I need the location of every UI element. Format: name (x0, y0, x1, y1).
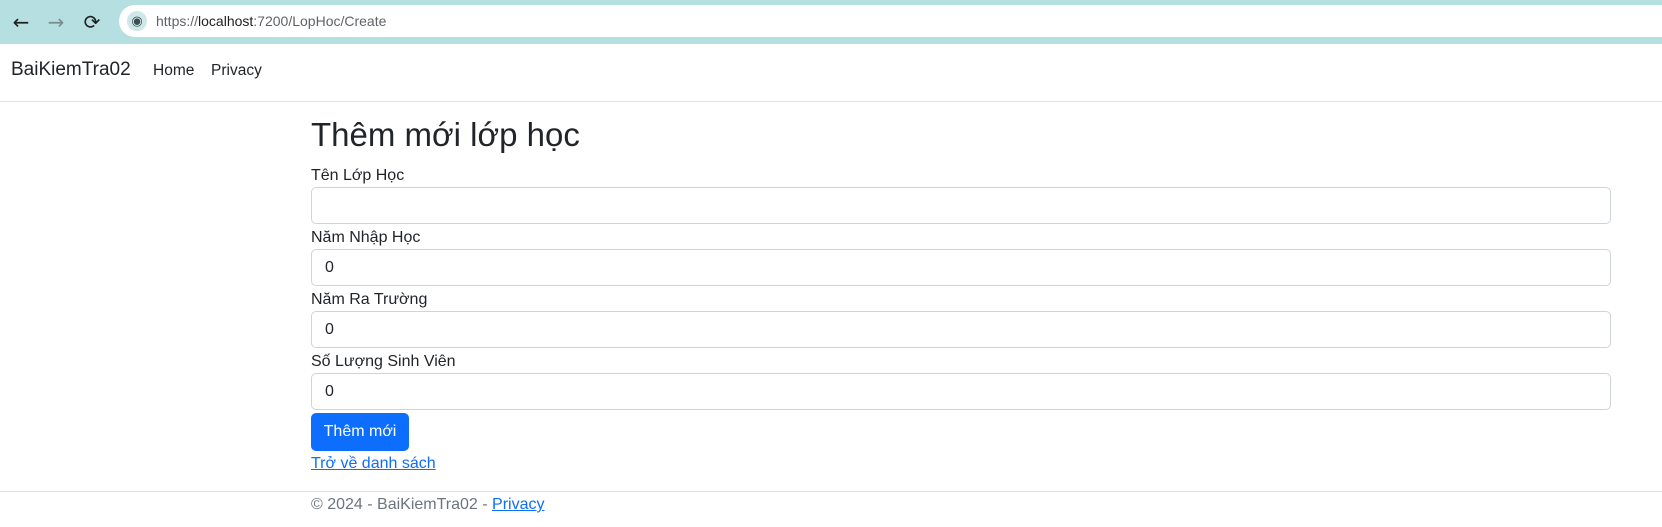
forward-arrow-icon[interactable]: → (43, 9, 69, 35)
so-luong-sinh-vien-label: Số Lượng Sinh Viên (311, 353, 456, 370)
page-title: Thêm mới lớp học (311, 116, 580, 153)
nav-link-privacy[interactable]: Privacy (211, 62, 262, 80)
reload-icon[interactable]: ⟳ (79, 9, 105, 35)
footer: © 2024 - BaiKiemTra02 - Privacy (0, 491, 1662, 527)
app-navbar: BaiKiemTra02 Home Privacy (0, 44, 1662, 102)
footer-text: © 2024 - BaiKiemTra02 - Privacy (311, 496, 545, 514)
nam-ra-truong-input[interactable] (311, 311, 1611, 348)
url-host: localhost (198, 13, 254, 29)
ten-lop-hoc-input[interactable] (311, 187, 1611, 224)
nam-nhap-hoc-label: Năm Nhập Học (311, 229, 421, 246)
nav-link-home[interactable]: Home (153, 62, 194, 80)
footer-privacy-link[interactable]: Privacy (492, 496, 544, 513)
address-bar[interactable]: ◉ https://localhost:7200/LopHoc/Create (119, 5, 1662, 37)
url-prefix: https:// (156, 13, 199, 29)
url-text[interactable]: https://localhost:7200/LopHoc/Create (156, 13, 386, 29)
site-info-icon[interactable]: ◉ (127, 11, 147, 31)
navbar-brand[interactable]: BaiKiemTra02 (11, 59, 131, 81)
create-button[interactable]: Thêm mới (311, 413, 409, 451)
back-arrow-icon[interactable]: ← (8, 9, 34, 35)
back-to-list-link[interactable]: Trở về danh sách (311, 455, 436, 473)
footer-copyright: © 2024 - BaiKiemTra02 - (311, 496, 493, 513)
nam-ra-truong-label: Năm Ra Trường (311, 291, 428, 308)
nam-nhap-hoc-input[interactable] (311, 249, 1611, 286)
so-luong-sinh-vien-input[interactable] (311, 373, 1611, 410)
url-path: :7200/LopHoc/Create (253, 13, 387, 29)
browser-toolbar: ← → ⟳ ◉ https://localhost:7200/LopHoc/Cr… (0, 0, 1662, 45)
ten-lop-hoc-label: Tên Lớp Học (311, 167, 405, 184)
